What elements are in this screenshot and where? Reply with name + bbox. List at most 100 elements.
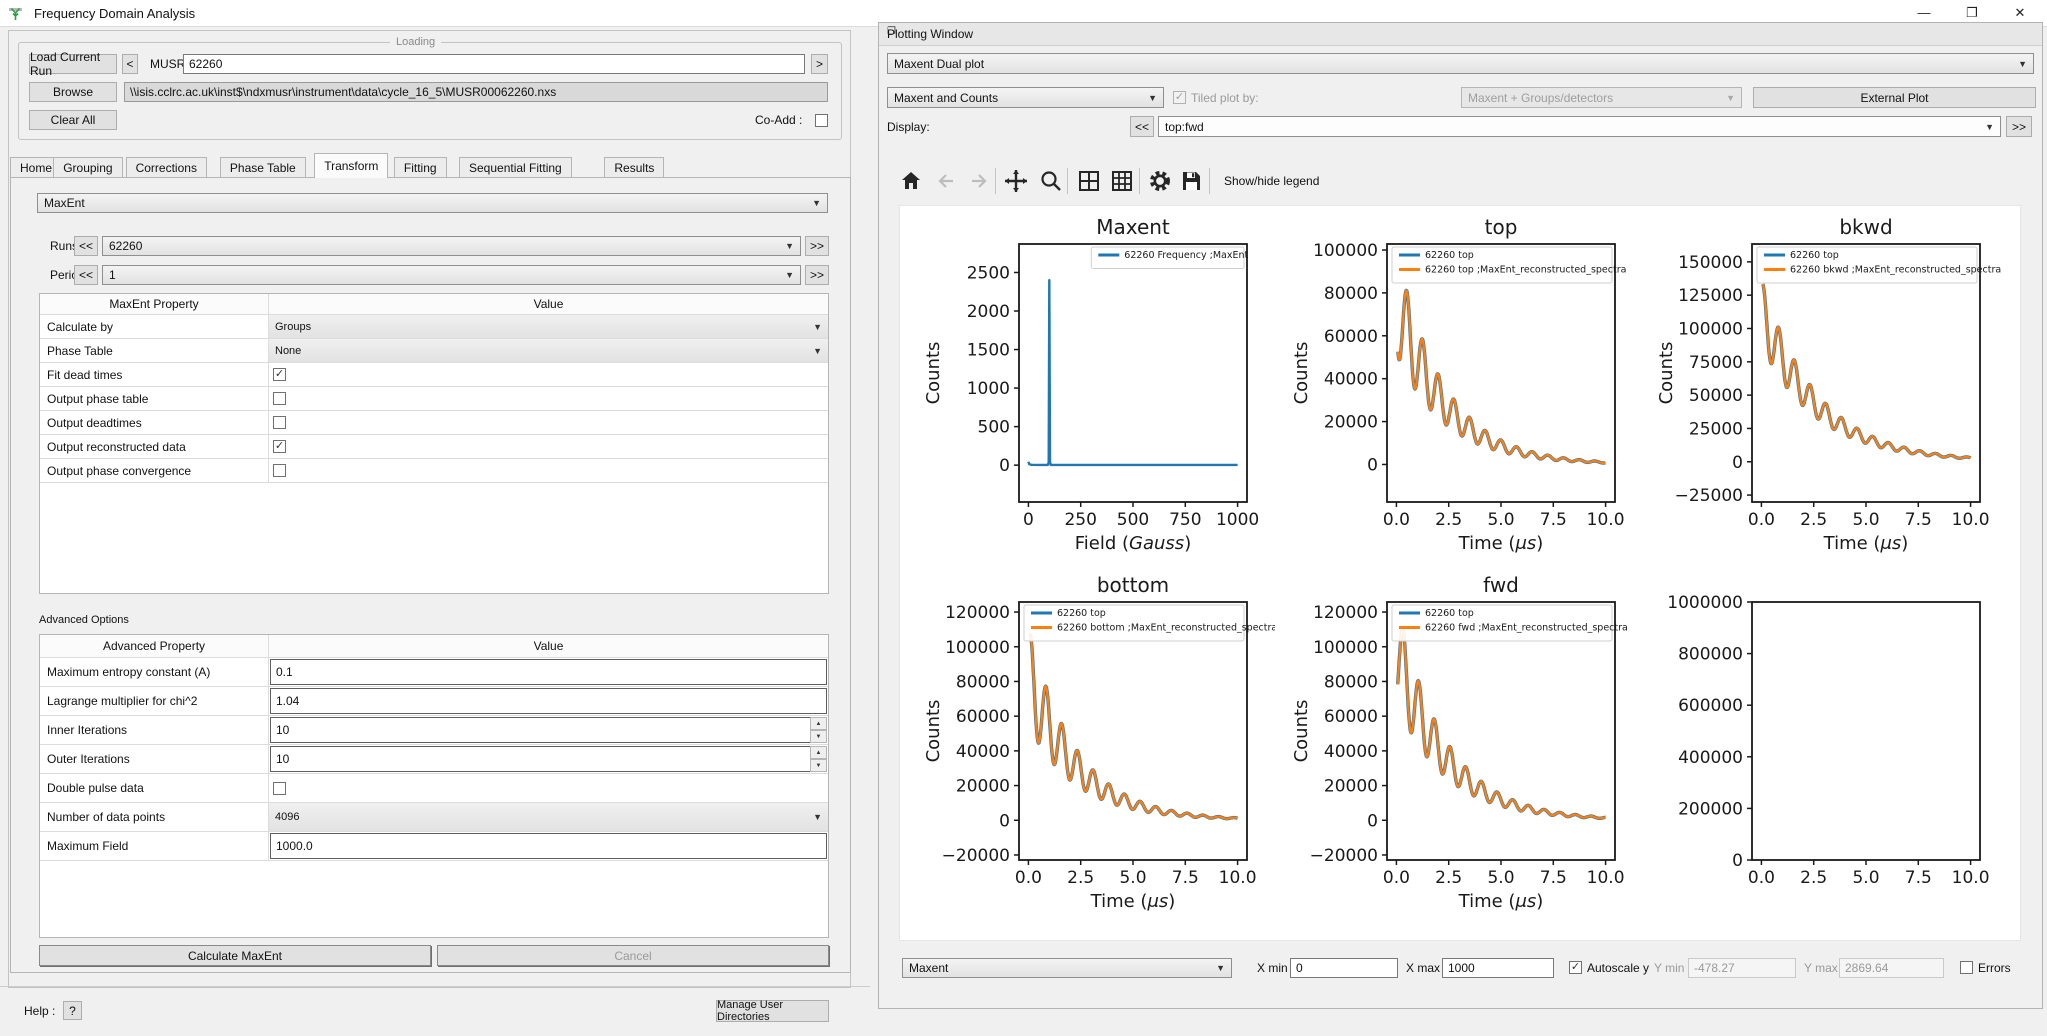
header-property: Advanced Property: [40, 635, 269, 657]
runs-prev-button[interactable]: <<: [74, 236, 98, 256]
plotting-window: Plotting Window ❐ Maxent Dual plot▼ Maxe…: [878, 22, 2043, 1009]
period-prev-button[interactable]: <<: [74, 265, 98, 285]
period-combo[interactable]: 1▼: [102, 265, 801, 285]
figure-canvas[interactable]: 0250500750100005001000150020002500Maxent…: [899, 205, 2021, 941]
axes-grid-icon[interactable]: [1107, 166, 1137, 196]
transform-method-combo[interactable]: MaxEnt▼: [37, 193, 828, 213]
ymin-input: -478.27: [1688, 958, 1796, 978]
property-label: Lagrange multiplier for chi^2: [40, 687, 269, 715]
svg-text:7.5: 7.5: [1905, 868, 1932, 888]
tab-sequential-fitting[interactable]: Sequential Fitting: [459, 157, 572, 177]
property-input[interactable]: 1.04: [270, 688, 827, 714]
property-checkbox[interactable]: ✓: [273, 368, 286, 381]
tab-transform[interactable]: Transform: [314, 153, 388, 178]
spin-up-icon[interactable]: ▲: [810, 746, 827, 759]
series-line: [1763, 284, 1971, 458]
property-checkbox[interactable]: [273, 782, 286, 795]
co-add-checkbox[interactable]: [815, 114, 828, 127]
property-input[interactable]: 10: [270, 746, 827, 772]
subplot-container-maxent: 0250500750100005001000150020002500Maxent…: [907, 212, 1275, 573]
svg-text:5.0: 5.0: [1119, 868, 1146, 888]
property-input[interactable]: 10: [270, 717, 827, 743]
help-button[interactable]: ?: [63, 1001, 82, 1020]
plot-selector-combo[interactable]: Maxent Dual plot▼: [887, 53, 2034, 74]
property-checkbox[interactable]: ✓: [273, 440, 286, 453]
save-icon[interactable]: [1176, 166, 1206, 196]
svg-text:0.0: 0.0: [1748, 510, 1775, 530]
svg-text:0.0: 0.0: [1748, 868, 1775, 888]
run-next-button[interactable]: >: [811, 54, 828, 74]
browse-button[interactable]: Browse: [29, 82, 117, 102]
svg-text:1500: 1500: [967, 341, 1010, 361]
home-icon[interactable]: [896, 166, 926, 196]
xmin-input[interactable]: 0: [1290, 958, 1398, 978]
svg-text:1000: 1000: [967, 379, 1010, 399]
pan-icon[interactable]: [1001, 166, 1031, 196]
settings-gear-icon[interactable]: [1145, 166, 1175, 196]
back-icon[interactable]: [931, 166, 961, 196]
float-dock-icon[interactable]: ❐: [887, 26, 2036, 37]
svg-text:Time (μs): Time (μs): [1090, 891, 1176, 912]
subplot-container-empty: 0.02.55.07.510.0020000040000060000080000…: [1640, 570, 2008, 931]
tab-phase-table[interactable]: Phase Table: [220, 157, 306, 177]
svg-text:−20000: −20000: [1310, 846, 1378, 866]
loading-group-label: Loading: [390, 36, 441, 48]
runs-next-button[interactable]: >>: [805, 236, 829, 256]
zoom-icon[interactable]: [1036, 166, 1066, 196]
autoscale-y-checkbox[interactable]: ✓: [1569, 961, 1582, 974]
display-prev-button[interactable]: <<: [1130, 116, 1154, 137]
svg-text:10.0: 10.0: [1952, 868, 1990, 888]
property-combo[interactable]: None▼: [269, 339, 828, 362]
chevron-down-icon: ▼: [1985, 122, 1994, 132]
header-property: MaxEnt Property: [40, 294, 269, 314]
manage-user-directories-button[interactable]: Manage User Directories: [716, 1000, 829, 1022]
spin-up-icon[interactable]: ▲: [810, 717, 827, 730]
spin-down-icon[interactable]: ▼: [810, 730, 827, 743]
property-combo[interactable]: 4096▼: [269, 803, 828, 831]
svg-text:600000: 600000: [1678, 696, 1743, 716]
errors-checkbox[interactable]: [1960, 961, 1973, 974]
xmax-input[interactable]: 1000: [1442, 958, 1554, 978]
property-combo[interactable]: Groups▼: [269, 315, 828, 338]
property-label: Fit dead times: [40, 363, 269, 386]
calculate-maxent-button[interactable]: Calculate MaxEnt: [39, 945, 431, 966]
plotting-window-titlebar[interactable]: Plotting Window ❐: [879, 23, 2042, 46]
runs-combo[interactable]: 62260▼: [102, 236, 801, 256]
data-type-combo[interactable]: Maxent and Counts▼: [887, 87, 1164, 108]
spin-buttons[interactable]: ▲▼: [810, 717, 827, 743]
tab-grouping[interactable]: Grouping: [53, 157, 122, 177]
run-prev-button[interactable]: <: [122, 54, 138, 74]
external-plot-button[interactable]: External Plot: [1753, 87, 2036, 108]
subplot-grid-icon[interactable]: [1074, 166, 1104, 196]
svg-text:80000: 80000: [1324, 672, 1378, 692]
property-input[interactable]: 0.1: [270, 659, 827, 685]
property-checkbox[interactable]: [273, 464, 286, 477]
clear-all-button[interactable]: Clear All: [29, 110, 117, 130]
table-row: Lagrange multiplier for chi^21.04: [40, 687, 828, 716]
period-next-button[interactable]: >>: [805, 265, 829, 285]
run-number-input[interactable]: 62260: [183, 54, 805, 74]
options-workspace-combo[interactable]: Maxent▼: [902, 958, 1232, 978]
display-combo[interactable]: top:fwd▼: [1158, 116, 2001, 137]
chevron-down-icon: ▼: [1726, 93, 1735, 103]
tab-corrections[interactable]: Corrections: [126, 157, 207, 177]
display-next-button[interactable]: >>: [2006, 116, 2032, 137]
chevron-down-icon: ▼: [813, 812, 822, 822]
load-current-run-button[interactable]: Load Current Run: [29, 54, 117, 74]
property-label: Double pulse data: [40, 774, 269, 802]
property-checkbox[interactable]: [273, 416, 286, 429]
property-checkbox[interactable]: [273, 392, 286, 405]
tab-fitting[interactable]: Fitting: [394, 157, 447, 177]
svg-text:200000: 200000: [1678, 799, 1743, 819]
spin-buttons[interactable]: ▲▼: [810, 746, 827, 772]
svg-text:60000: 60000: [1324, 707, 1378, 727]
spin-down-icon[interactable]: ▼: [810, 759, 827, 772]
svg-text:0: 0: [1732, 453, 1743, 473]
property-input[interactable]: 1000.0: [270, 833, 827, 859]
tab-results[interactable]: Results: [604, 157, 664, 177]
property-value-cell: 0.1: [269, 658, 828, 686]
forward-icon[interactable]: [964, 166, 994, 196]
svg-text:0: 0: [1023, 510, 1034, 530]
svg-text:62260 top: 62260 top: [1790, 250, 1839, 261]
show-hide-legend-button[interactable]: Show/hide legend: [1224, 171, 1319, 191]
